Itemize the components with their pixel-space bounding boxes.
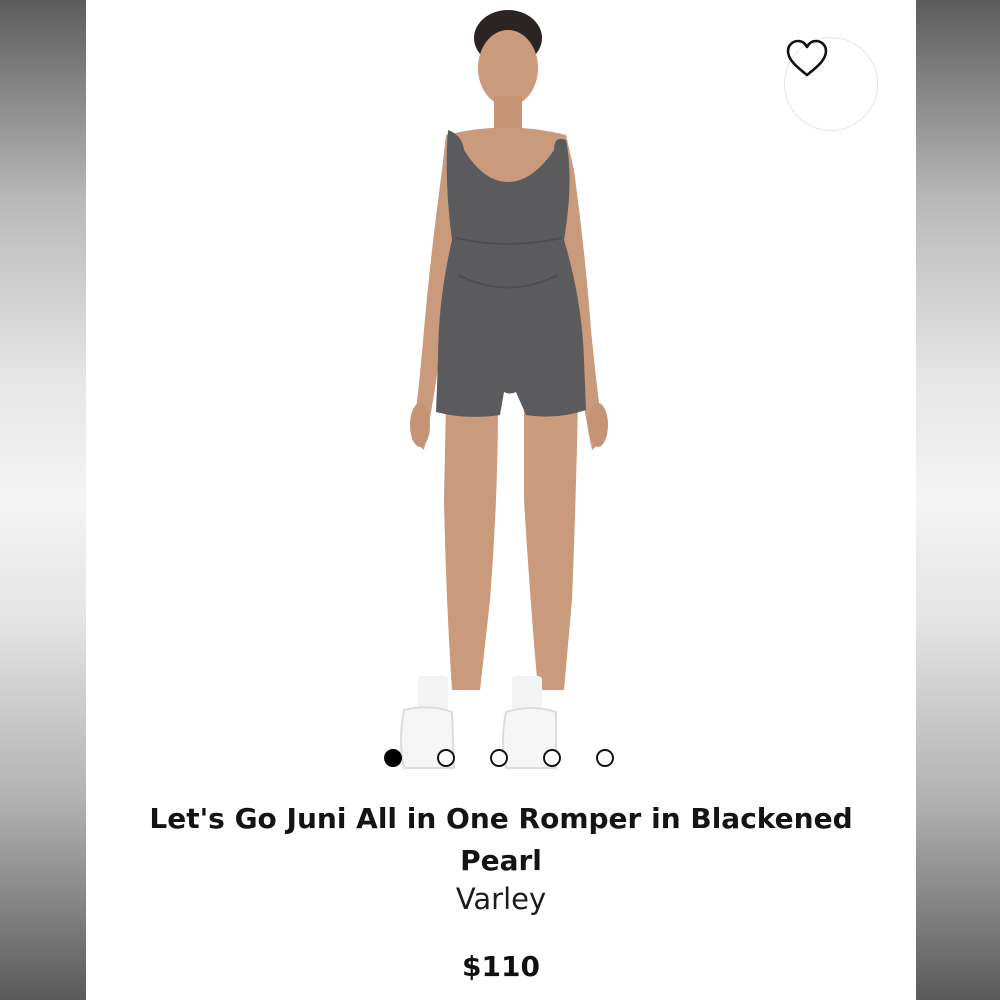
- product-title: Let's Go Juni All in One Romper in Black…: [149, 802, 853, 877]
- product-price: $110: [462, 950, 540, 983]
- product-brand[interactable]: Varley: [86, 882, 916, 916]
- heart-outline-icon: [786, 39, 828, 77]
- carousel-dot-3[interactable]: [490, 749, 508, 767]
- carousel-dot-5[interactable]: [596, 749, 614, 767]
- carousel-dot-1[interactable]: [384, 749, 402, 767]
- model-illustration: [400, 10, 608, 769]
- carousel-dot-4[interactable]: [543, 749, 561, 767]
- product-card: Let's Go Juni All in One Romper in Black…: [86, 0, 916, 1000]
- favorite-button[interactable]: [784, 37, 878, 131]
- product-image[interactable]: [86, 0, 916, 780]
- carousel-dot-2[interactable]: [437, 749, 455, 767]
- carousel-pagination: [384, 749, 624, 769]
